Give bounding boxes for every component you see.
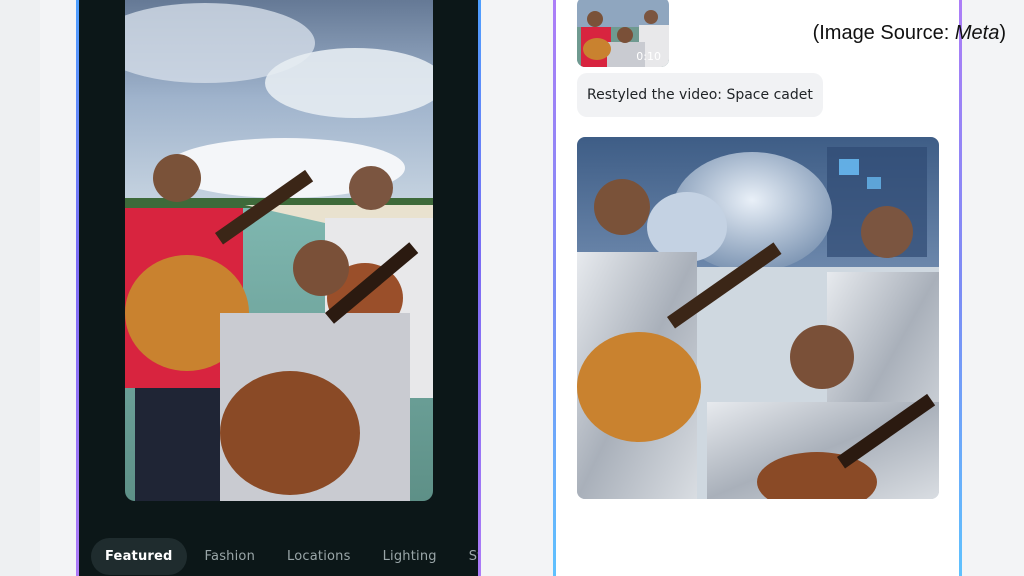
chat-phone-frame: 0:10 Restyled the video: Space cadet (553, 0, 962, 576)
video-duration: 0:10 (636, 50, 661, 63)
original-video[interactable] (125, 0, 433, 501)
filter-chip-styles[interactable]: Sty (455, 538, 478, 575)
source-prefix: (Image Source: (812, 22, 955, 44)
source-video-thumbnail[interactable]: 0:10 (577, 0, 669, 67)
filter-chip-lighting[interactable]: Lighting (369, 538, 451, 575)
filter-chip-featured[interactable]: Featured (91, 537, 187, 575)
restyled-video[interactable] (577, 137, 939, 499)
style-filter-bar: Featured Fashion Locations Lighting Sty (91, 536, 478, 576)
editor-screen: Featured Fashion Locations Lighting Sty (79, 0, 478, 576)
chat-screen: 0:10 Restyled the video: Space cadet (556, 0, 959, 576)
filter-chip-locations[interactable]: Locations (273, 538, 365, 575)
editor-phone-frame: Featured Fashion Locations Lighting Sty (76, 0, 481, 576)
chat-message-bubble: Restyled the video: Space cadet (577, 73, 823, 117)
source-name: Meta (954, 22, 1000, 44)
source-suffix: ) (999, 22, 1006, 44)
image-source-credit: (Image Source: Meta) (813, 22, 1006, 45)
original-video-frame (125, 0, 433, 501)
filter-chip-fashion[interactable]: Fashion (191, 538, 269, 575)
page-margin (0, 0, 40, 576)
restyled-video-frame (577, 137, 939, 499)
